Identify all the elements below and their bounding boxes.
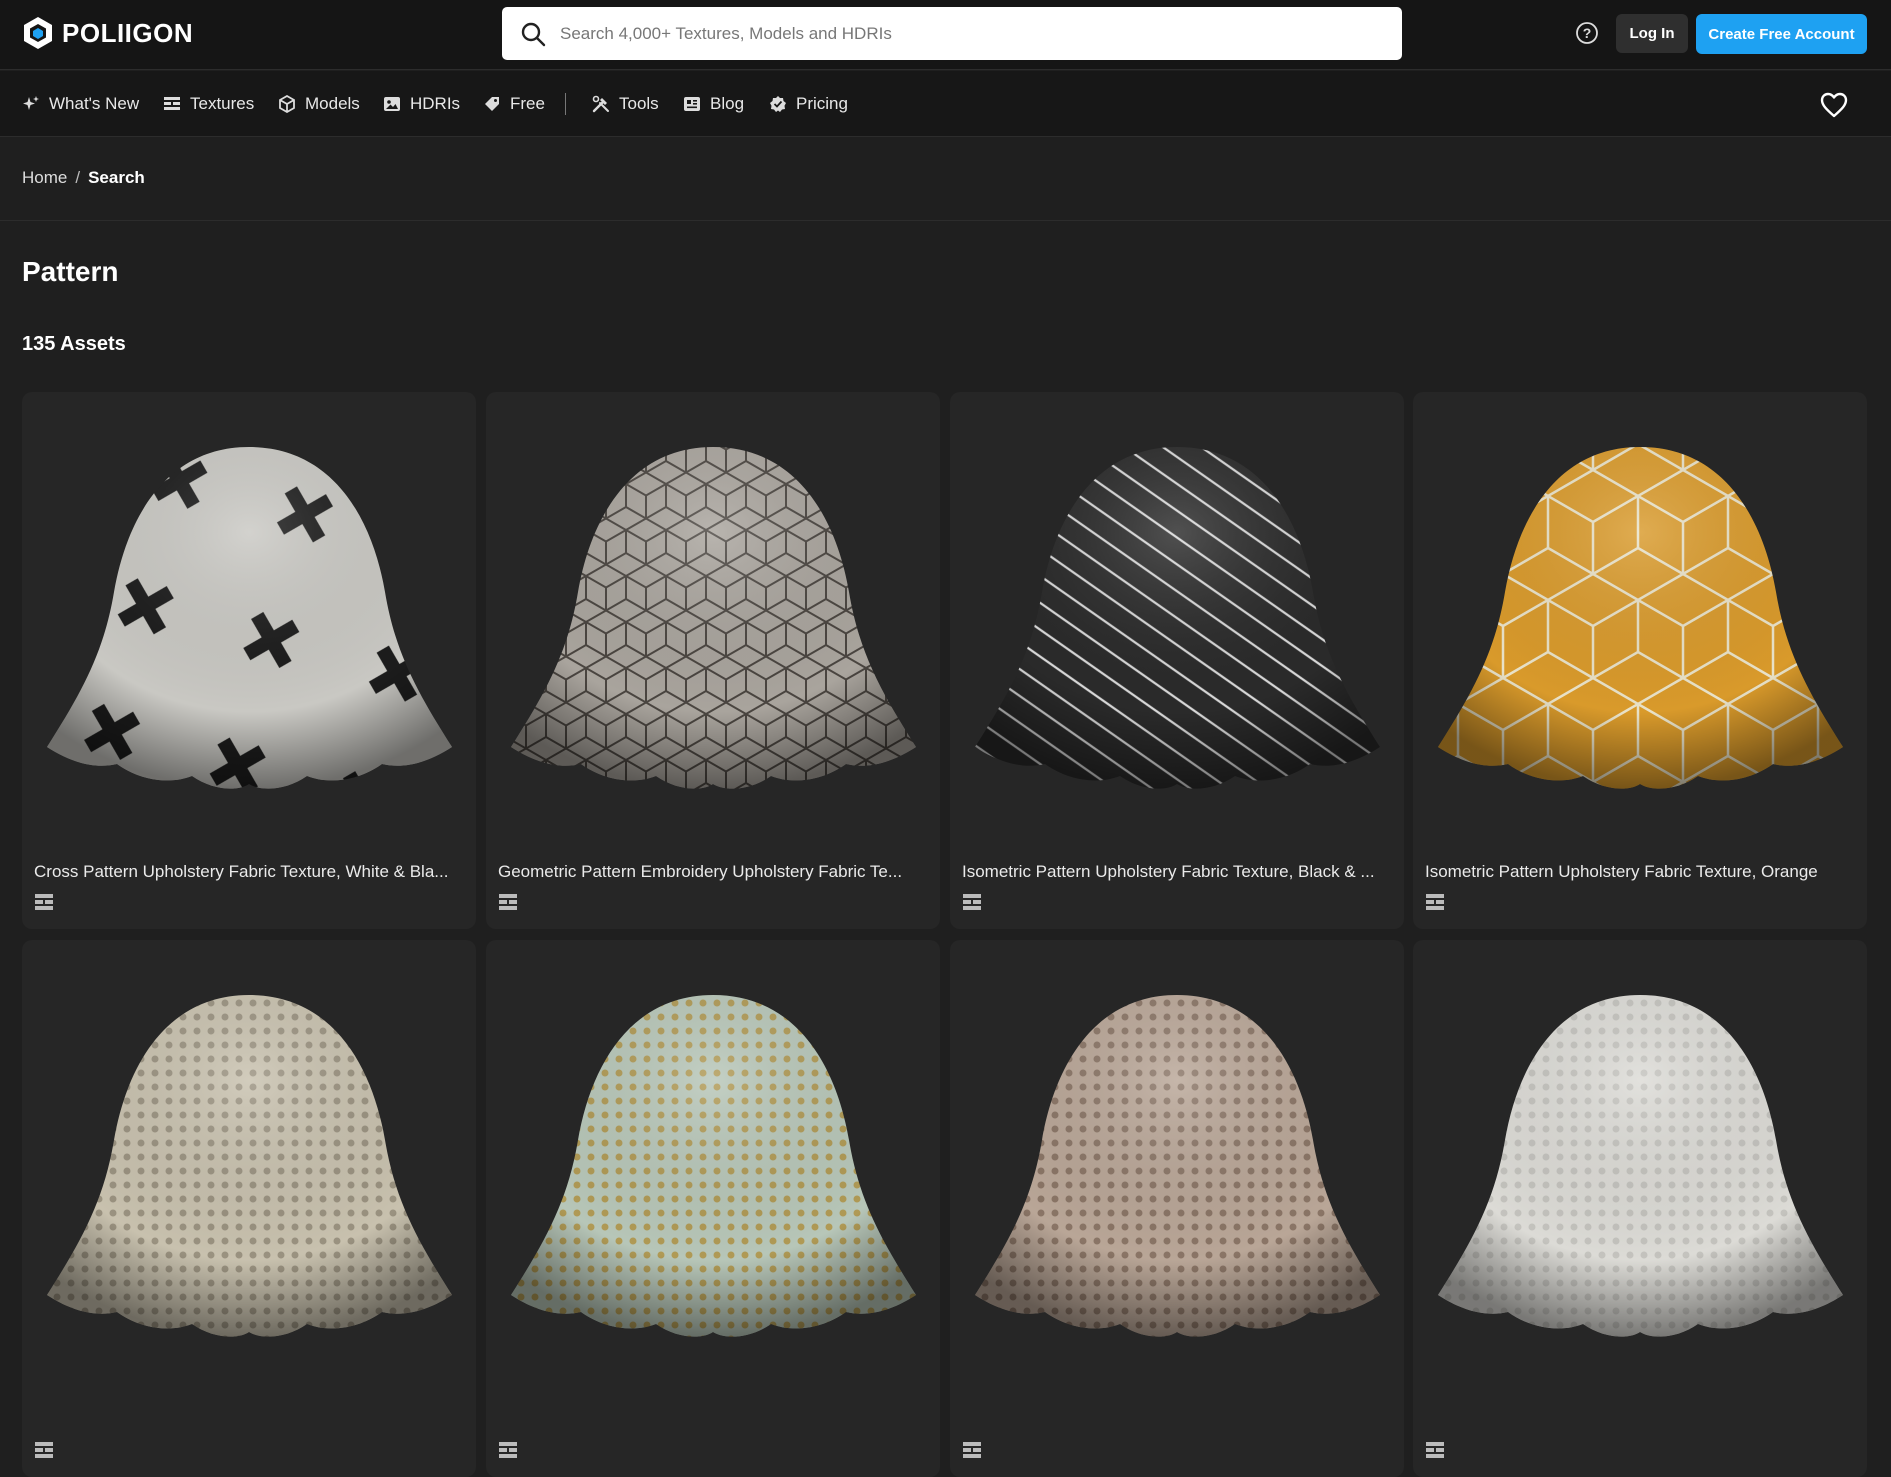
asset-title[interactable]: Isometric Pattern Upholstery Fabric Text…	[962, 862, 1392, 882]
texture-grid-icon	[164, 97, 180, 110]
nav-label: Textures	[190, 94, 255, 113]
asset-thumbnail[interactable]	[22, 940, 476, 1390]
nav-pricing[interactable]: Pricing	[769, 71, 848, 137]
question-circle-icon[interactable]: ?	[1575, 21, 1599, 45]
cube-icon	[279, 95, 295, 113]
nav-divider	[565, 93, 566, 115]
nav-textures[interactable]: Textures	[163, 71, 254, 137]
nav-whats-new[interactable]: What's New	[22, 71, 139, 137]
asset-thumbnail[interactable]	[1413, 392, 1867, 842]
nav-label: Blog	[710, 94, 745, 113]
top-bar: POLIIGON ? Log In Create Free Account	[0, 0, 1891, 70]
nav-label: Pricing	[796, 94, 848, 113]
asset-card[interactable]	[486, 940, 940, 1477]
search-bar[interactable]	[502, 7, 1402, 60]
asset-card[interactable]	[1413, 940, 1867, 1477]
asset-card[interactable]: Isometric Pattern Upholstery Fabric Text…	[950, 392, 1404, 929]
main-nav: What's New Textures Models HDRIs Free To…	[0, 71, 1891, 137]
poliigon-logo[interactable]: POLIIGON	[22, 15, 193, 51]
texture-icon	[35, 894, 53, 910]
newspaper-icon	[684, 97, 700, 111]
asset-title[interactable]: Cross Pattern Upholstery Fabric Texture,…	[34, 862, 464, 882]
heart-icon[interactable]	[1820, 92, 1848, 118]
section-divider	[0, 220, 1891, 221]
asset-thumbnail[interactable]	[486, 392, 940, 842]
asset-thumbnail[interactable]	[486, 940, 940, 1390]
login-button[interactable]: Log In	[1616, 14, 1688, 53]
nav-label: What's New	[49, 94, 140, 113]
tag-icon	[485, 97, 499, 111]
svg-text:?: ?	[1583, 25, 1592, 41]
nav-models[interactable]: Models	[278, 71, 360, 137]
create-account-button[interactable]: Create Free Account	[1696, 14, 1867, 54]
nav-label: Models	[305, 94, 360, 113]
asset-thumbnail[interactable]	[1413, 940, 1867, 1390]
nav-hdris[interactable]: HDRIs	[383, 71, 460, 137]
texture-icon	[499, 1442, 517, 1458]
nav-blog[interactable]: Blog	[683, 71, 744, 137]
nav-label: Free	[510, 94, 545, 113]
image-icon	[384, 97, 400, 111]
poliigon-logo-icon	[24, 17, 52, 49]
texture-icon	[963, 1442, 981, 1458]
asset-count: 135 Assets	[22, 333, 126, 355]
texture-icon	[35, 1442, 53, 1458]
asset-thumbnail[interactable]	[22, 392, 476, 842]
texture-icon	[1426, 894, 1444, 910]
texture-icon	[499, 894, 517, 910]
nav-free[interactable]: Free	[483, 71, 545, 137]
asset-thumbnail[interactable]	[950, 392, 1404, 842]
asset-card[interactable]	[950, 940, 1404, 1477]
texture-icon	[963, 894, 981, 910]
nav-label: Tools	[619, 94, 659, 113]
search-input[interactable]	[560, 23, 1360, 44]
sparkle-icon	[23, 96, 39, 110]
tools-icon	[592, 95, 609, 113]
search-icon	[521, 22, 546, 46]
asset-card[interactable]: Cross Pattern Upholstery Fabric Texture,…	[22, 392, 476, 929]
asset-title[interactable]: Isometric Pattern Upholstery Fabric Text…	[1425, 862, 1855, 882]
asset-card[interactable]: Isometric Pattern Upholstery Fabric Text…	[1413, 392, 1867, 929]
asset-card[interactable]: Geometric Pattern Embroidery Upholstery …	[486, 392, 940, 929]
breadcrumb: Home / Search	[22, 168, 145, 188]
nav-tools[interactable]: Tools	[592, 71, 659, 137]
asset-thumbnail[interactable]	[950, 940, 1404, 1390]
texture-icon	[1426, 1442, 1444, 1458]
badge-check-icon	[770, 96, 786, 112]
breadcrumb-home[interactable]: Home	[22, 168, 67, 188]
asset-card[interactable]	[22, 940, 476, 1477]
page-title: Pattern	[22, 256, 119, 287]
nav-label: HDRIs	[410, 94, 461, 113]
asset-title[interactable]: Geometric Pattern Embroidery Upholstery …	[498, 862, 928, 882]
breadcrumb-current: Search	[88, 168, 145, 187]
breadcrumb-separator: /	[75, 168, 81, 187]
logo-text: POLIIGON	[62, 17, 194, 48]
